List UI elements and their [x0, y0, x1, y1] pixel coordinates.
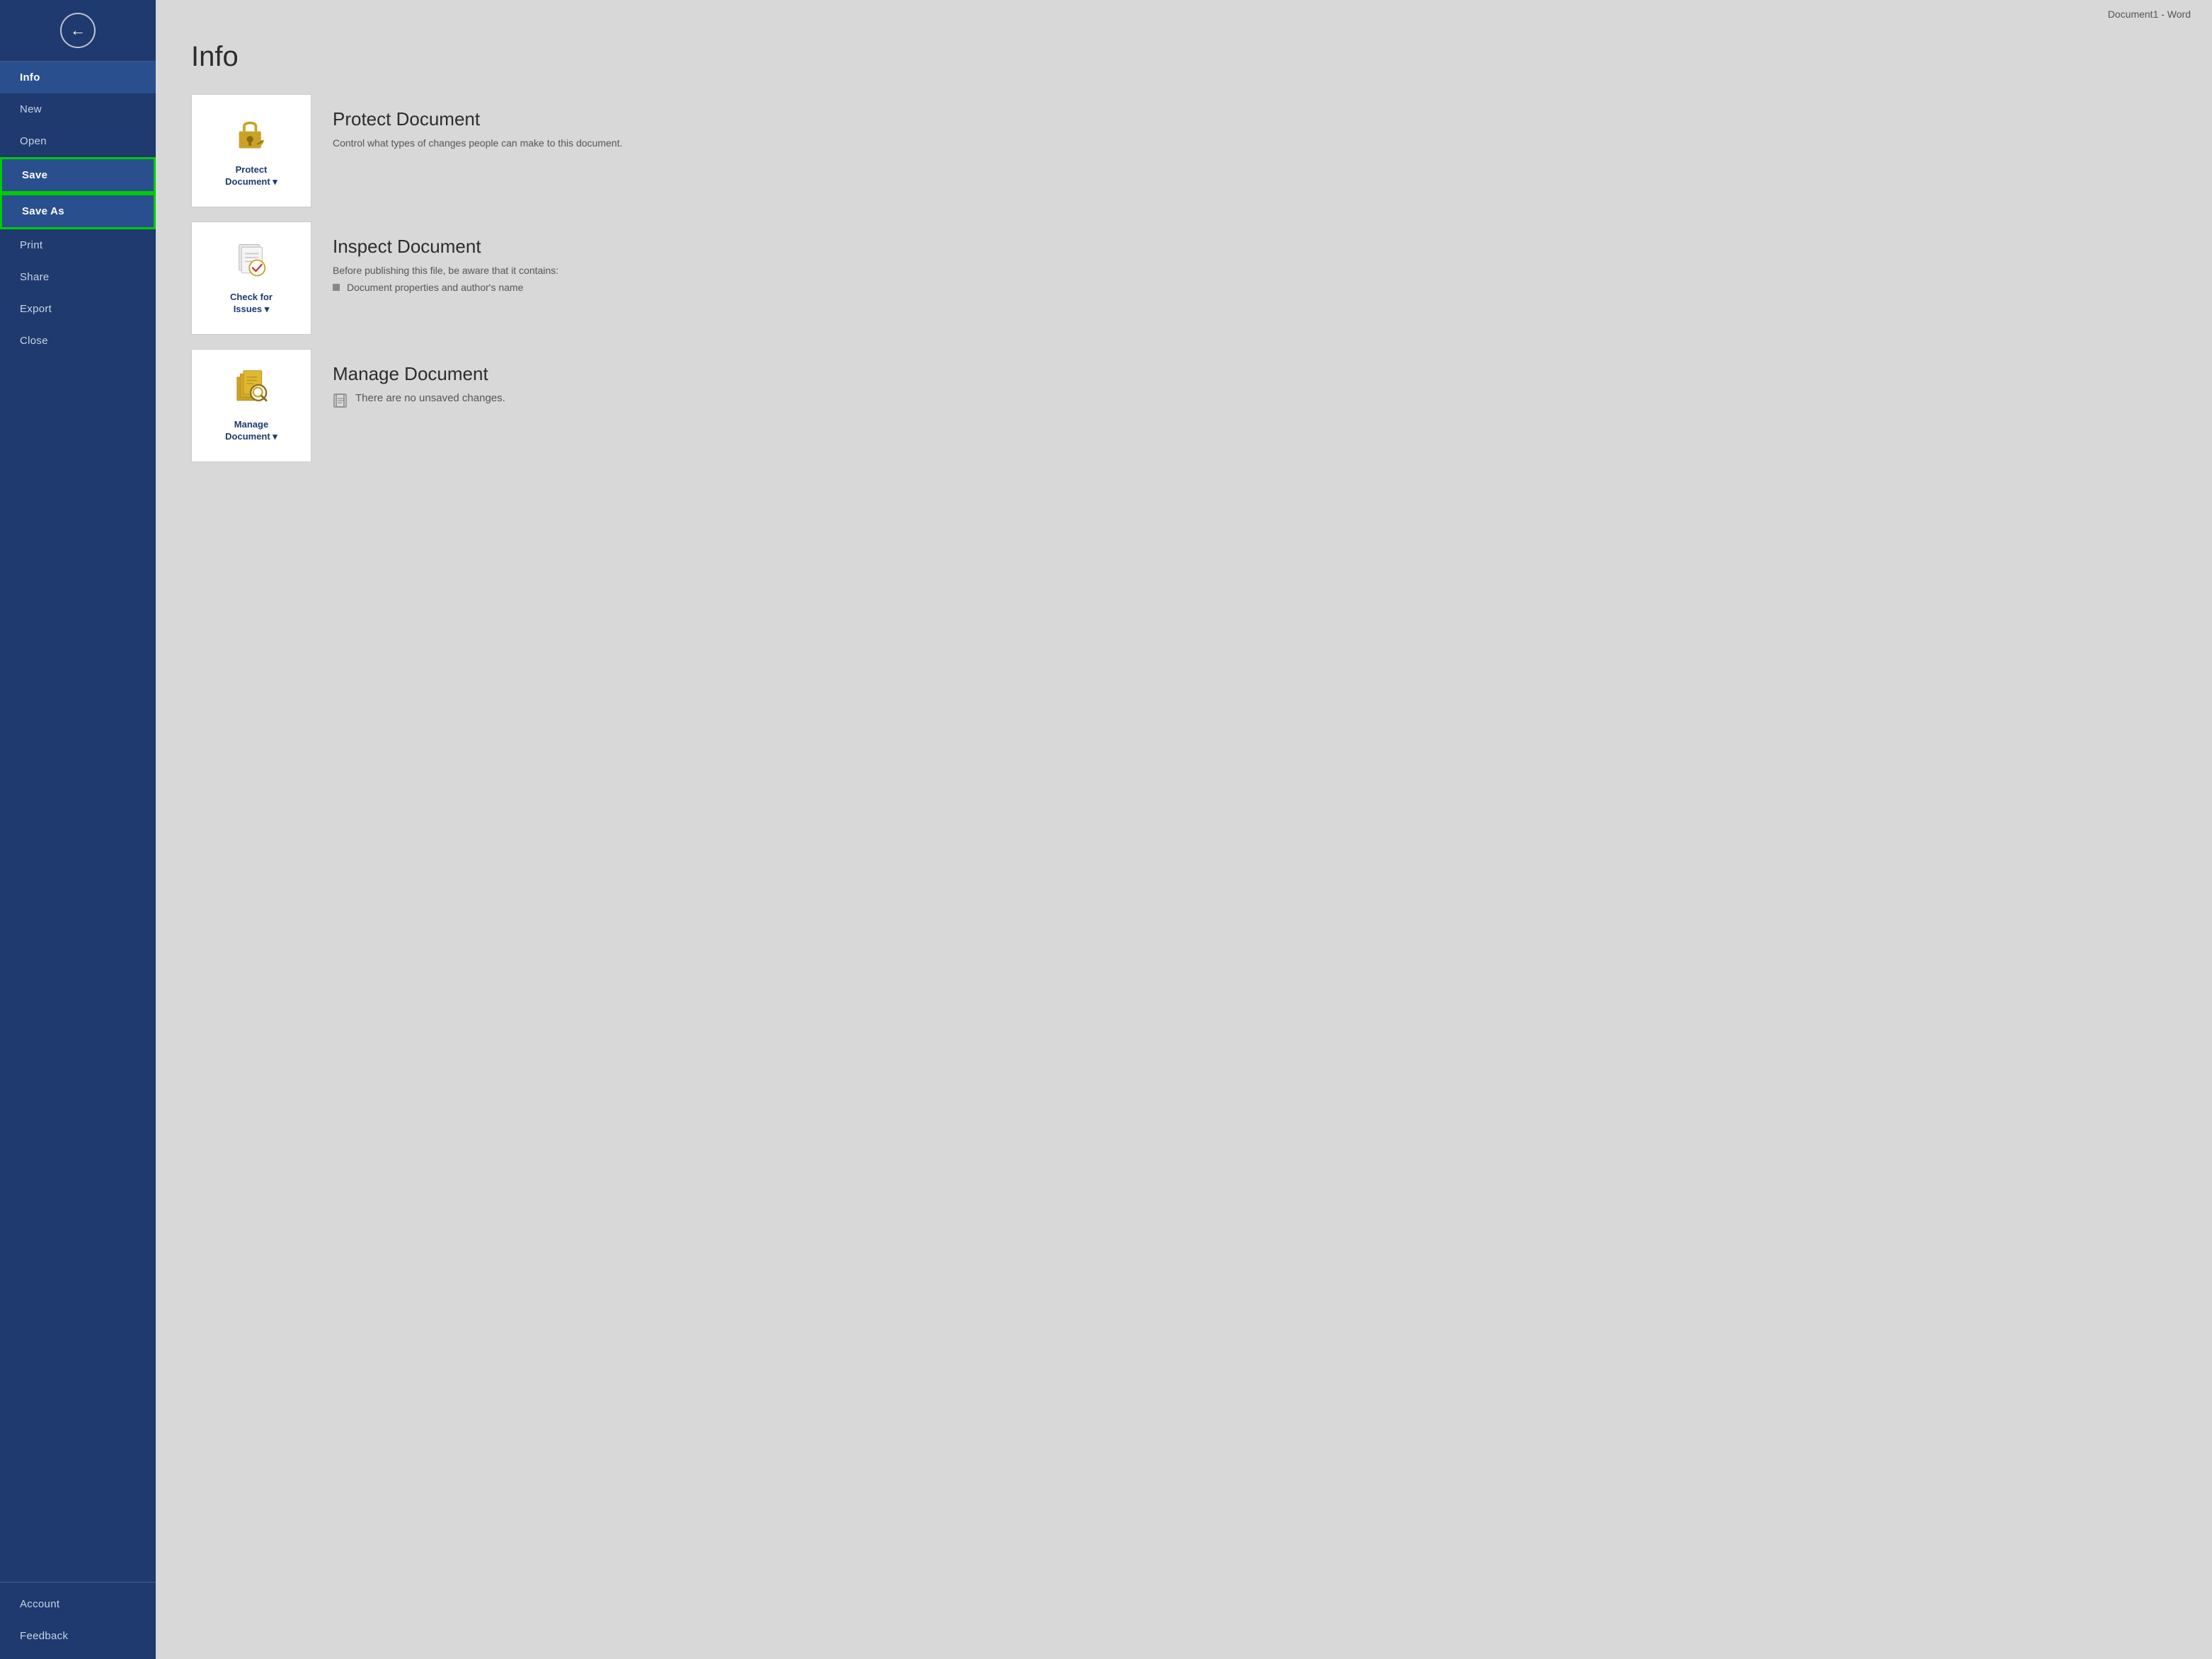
sidebar-item-share[interactable]: Share	[0, 261, 156, 293]
sidebar-item-new[interactable]: New	[0, 93, 156, 125]
protect-document-title: Protect Document	[333, 108, 2155, 130]
inspect-document-title: Inspect Document	[333, 236, 2155, 258]
lock-icon	[232, 113, 271, 159]
title-bar: Document1 - Word	[156, 0, 2212, 20]
sidebar-item-info[interactable]: Info	[0, 62, 156, 93]
unsaved-doc-icon	[333, 393, 348, 408]
inspect-document-card: Check for Issues ▾ Inspect Document Befo…	[191, 222, 2177, 335]
manage-detail-text: There are no unsaved changes.	[355, 392, 505, 404]
inspect-document-desc: Before publishing this file, be aware th…	[333, 265, 2155, 276]
sidebar: ← Info New Open Save Save As Print Share…	[0, 0, 156, 1659]
manage-document-card: Manage Document ▾ Manage Document There …	[191, 349, 2177, 462]
protect-document-button[interactable]: Protect Document ▾	[191, 94, 311, 207]
protect-document-label: Protect Document ▾	[225, 164, 277, 188]
sidebar-item-export[interactable]: Export	[0, 293, 156, 325]
sidebar-bottom: Account Feedback	[0, 1588, 156, 1659]
page-title: Info	[156, 20, 2212, 94]
inspect-detail-text: Document properties and author's name	[347, 282, 523, 293]
back-button[interactable]: ←	[0, 0, 156, 62]
manage-document-title: Manage Document	[333, 363, 2155, 385]
protect-document-desc: Control what types of changes people can…	[333, 137, 2155, 149]
sidebar-item-save[interactable]: Save	[0, 157, 156, 193]
inspect-document-content: Inspect Document Before publishing this …	[311, 222, 2177, 307]
sidebar-item-feedback[interactable]: Feedback	[0, 1620, 156, 1652]
bullet-icon	[333, 284, 340, 291]
sidebar-item-saveas[interactable]: Save As	[0, 193, 156, 229]
nav-items: Info New Open Save Save As Print Share E…	[0, 62, 156, 1576]
main-content: Document1 - Word Info	[156, 0, 2212, 1659]
manage-document-icon	[232, 368, 271, 413]
manage-document-button[interactable]: Manage Document ▾	[191, 349, 311, 462]
manage-document-label: Manage Document ▾	[225, 419, 277, 443]
sidebar-item-close[interactable]: Close	[0, 325, 156, 357]
window-title: Document1 - Word	[2108, 8, 2191, 20]
check-for-issues-button[interactable]: Check for Issues ▾	[191, 222, 311, 335]
sidebar-item-print[interactable]: Print	[0, 229, 156, 261]
protect-document-card: Protect Document ▾ Protect Document Cont…	[191, 94, 2177, 207]
info-cards: Protect Document ▾ Protect Document Cont…	[156, 94, 2212, 462]
protect-document-content: Protect Document Control what types of c…	[311, 94, 2177, 168]
sidebar-item-account[interactable]: Account	[0, 1588, 156, 1620]
sidebar-item-open[interactable]: Open	[0, 125, 156, 157]
check-issues-icon	[232, 241, 271, 286]
inspect-document-detail: Document properties and author's name	[333, 282, 2155, 293]
back-arrow-icon[interactable]: ←	[60, 13, 96, 48]
manage-document-content: Manage Document There are no unsaved cha…	[311, 349, 2177, 423]
check-for-issues-label: Check for Issues ▾	[230, 292, 273, 316]
manage-document-detail: There are no unsaved changes.	[333, 392, 2155, 408]
sidebar-divider	[0, 1582, 156, 1583]
